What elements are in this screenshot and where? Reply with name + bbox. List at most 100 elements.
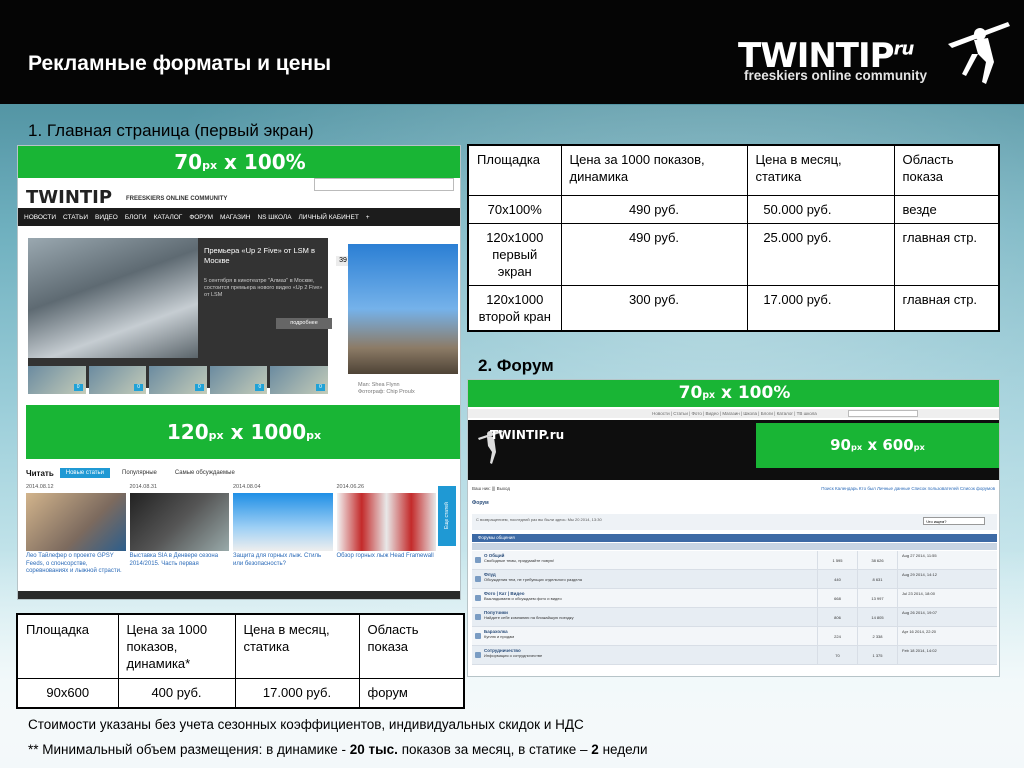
table-cell: 400 руб.: [117, 678, 236, 708]
mockup-nav-item: +: [365, 213, 370, 221]
mockup-nav-item: ЛИЧНЫЙ КАБИНЕТ: [298, 213, 359, 221]
mockup-tab-popular: Популярные: [122, 470, 157, 476]
page-title: Рекламные форматы и цены: [28, 52, 332, 75]
table-cell: главная стр.: [893, 222, 1000, 286]
col-area: Область показа: [358, 613, 465, 679]
mockup-more-button: подробнее: [276, 318, 332, 329]
mockup-feature-title: Премьера «Up 2 Five» от LSM в Москве: [204, 246, 315, 265]
table-cell: форум: [358, 678, 465, 708]
forum-row: Флуд Обсуждения тем, не требующих отдельн…: [472, 570, 997, 589]
homepage-mockup: 70px x 100% TWINTIP FREESKIERS ONLINE CO…: [17, 145, 461, 600]
table-header-row: Площадка Цена за 1000 показов, динамика*…: [16, 613, 465, 679]
table-cell: 120x1000 первый экран: [467, 222, 562, 286]
note-pricing-disclaimer: Стоимости указаны без учета сезонных коэ…: [28, 717, 584, 732]
banner-90-x-600: 90px x 600px: [756, 423, 999, 468]
mockup-more-articles: Еще статей: [438, 486, 456, 546]
twintip-logo: TWINTIPru freeskiers online community: [738, 22, 1010, 92]
forum-search-input: [848, 410, 918, 417]
forum-table-head: Форумы общения: [472, 534, 997, 542]
table-cell: 17.000 руб.: [746, 284, 895, 331]
col-price-dynamic: Цена за 1000 показов, динамика*: [117, 613, 236, 679]
mockup-nav-item: ФОРУМ: [189, 213, 214, 221]
mockup-feature-desc: 5 сентября в кинотеатре "Алмаз" в Москве…: [204, 278, 323, 298]
mockup-nav: НОВОСТИ СТАТЬИ ВИДЕО БЛОГИ КАТАЛОГ ФОРУМ…: [18, 208, 460, 226]
mockup-article-tabs: Читать Новые статьи Популярные Самые обс…: [26, 468, 241, 478]
forum-welcome-bar: С возвращением, последний раз вы были зд…: [472, 514, 997, 530]
forum-mockup: 70px x 100% Новости | Статьи | Фото | Ви…: [467, 379, 1000, 677]
mockup-tab-new: Новые статьи: [59, 468, 111, 478]
mockup-nav-item: МАГАЗИН: [220, 213, 251, 221]
section-homepage-title: 1. Главная страница (первый экран): [28, 121, 314, 140]
mockup-tab-discussed: Самые обсуждаемые: [174, 470, 235, 476]
forum-top-nav: Новости | Статьи | Фото | Видео | Магази…: [468, 409, 999, 418]
table-cell: 25.000 руб.: [746, 222, 895, 286]
mockup-article: 2014.08.04 Защита для горных лыж. Стиль …: [233, 484, 333, 584]
table-cell: 70x100%: [467, 194, 562, 224]
col-price-static: Цена в месяц, статика: [746, 144, 895, 196]
banner-120-x-1000: 120px x 1000px: [26, 405, 460, 459]
mockup-thumb: 0: [149, 366, 207, 394]
forum-row: Сотрудничество Информация о сотрудничеств…: [472, 646, 997, 665]
mockup-read-label: Читать: [26, 468, 54, 478]
forum-label: Форум: [472, 500, 489, 506]
mockup-thumb: 0: [270, 366, 328, 394]
table-header-row: Площадка Цена за 1000 показов, динамика …: [467, 144, 1000, 196]
section-forum-title: 2. Форум: [478, 356, 554, 375]
table-row: 90x600 400 руб. 17.000 руб. форум: [16, 678, 465, 708]
mockup-feature-block: Премьера «Up 2 Five» от LSM в Москве 5 с…: [28, 238, 332, 394]
col-platform: Площадка: [467, 144, 562, 196]
mockup-article: 2014.08.31 Выставка SIA в Денвере сезона…: [129, 484, 229, 584]
forum-banner-70-x-100: 70px x 100%: [468, 380, 999, 407]
mockup-logo-tagline: FREESKIERS ONLINE COMMUNITY: [126, 196, 228, 202]
forum-table-cols: [472, 543, 997, 550]
mockup-article: 2014.08.12 Лео Тайлефер о проекте GPSY F…: [26, 484, 126, 584]
table-cell: 17.000 руб.: [234, 678, 360, 708]
mockup-thumbnails: 0 0 0 0 0: [28, 366, 328, 394]
mockup-nav-item: БЛОГИ: [124, 213, 147, 221]
banner-70-x-100: 70px x 100%: [18, 146, 460, 178]
mockup-nav-item: NS ШКОЛА: [257, 213, 292, 221]
table-cell: 490 руб.: [560, 222, 748, 286]
mockup-articles: 2014.08.12 Лео Тайлефер о проекте GPSY F…: [26, 484, 436, 584]
mockup-photo-caption: Man: Shea Flynn Фотограф: Chip Proulx: [358, 382, 415, 395]
mockup-search-input: [314, 178, 454, 191]
logo-tagline: freeskiers online community: [744, 68, 928, 83]
forum-price-table: Площадка Цена за 1000 показов, динамика*…: [16, 613, 465, 709]
forum-logo: TWINTIP.ru: [490, 428, 565, 442]
note-minimum-volume: ** Минимальный объем размещения: в динам…: [28, 742, 648, 757]
header-bar: Рекламные форматы и цены TWINTIPru frees…: [0, 0, 1024, 104]
table-cell: 90x600: [16, 678, 119, 708]
col-price-dynamic: Цена за 1000 показов, динамика: [560, 144, 748, 196]
forum-row: Барахолка Куплю и продам 224 2 338 Apr 16…: [472, 627, 997, 646]
mockup-nav-item: КАТАЛОГ: [153, 213, 183, 221]
mockup-feature-image: [28, 238, 198, 358]
table-row: 120x1000 первый экран 490 руб. 25.000 ру…: [467, 222, 1000, 286]
table-cell: 50.000 руб.: [746, 194, 895, 224]
col-area: Область показа: [893, 144, 1000, 196]
forum-row: Попутчики Найдите себе компанию на ближай…: [472, 608, 997, 627]
mockup-thumb: 0: [88, 366, 147, 394]
forum-search-field: Что ищем?: [923, 517, 985, 525]
col-platform: Площадка: [16, 613, 119, 679]
forum-row: Фото | Кат | Видео Выкладываем и обсуждае…: [472, 589, 997, 608]
mockup-thumb: 0: [209, 366, 268, 394]
skier-icon: [948, 22, 1010, 84]
mockup-nav-item: НОВОСТИ: [24, 213, 57, 221]
table-cell: 120x1000 второй кран: [467, 284, 562, 331]
mockup-bottom-bar: [18, 591, 460, 599]
table-row: 70x100% 490 руб. 50.000 руб. везде: [467, 194, 1000, 224]
table-cell: 490 руб.: [560, 194, 748, 224]
mockup-article: 2014.06.26 Обзор горных лыж Head Framewa…: [336, 484, 436, 584]
mockup-skier-photo: [348, 244, 458, 374]
mockup-nav-item: СТАТЬИ: [63, 213, 89, 221]
forum-row: О Общий Свободные темы, придумайте новую!…: [472, 551, 997, 570]
table-cell: 300 руб.: [560, 284, 748, 331]
mockup-nav-item: ВИДЕО: [95, 213, 118, 221]
forum-rows: О Общий Свободные темы, придумайте новую!…: [472, 551, 997, 665]
forum-user-crumb: Ваш ник: ||| Выход: [472, 486, 511, 491]
col-price-static: Цена в месяц, статика: [234, 613, 360, 679]
forum-top-links: Поиск Календарь Кто был Личные данные Сп…: [821, 486, 995, 491]
table-cell: везде: [893, 194, 1000, 224]
mockup-logo: TWINTIP: [26, 187, 113, 208]
homepage-price-table: Площадка Цена за 1000 показов, динамика …: [467, 144, 1000, 332]
